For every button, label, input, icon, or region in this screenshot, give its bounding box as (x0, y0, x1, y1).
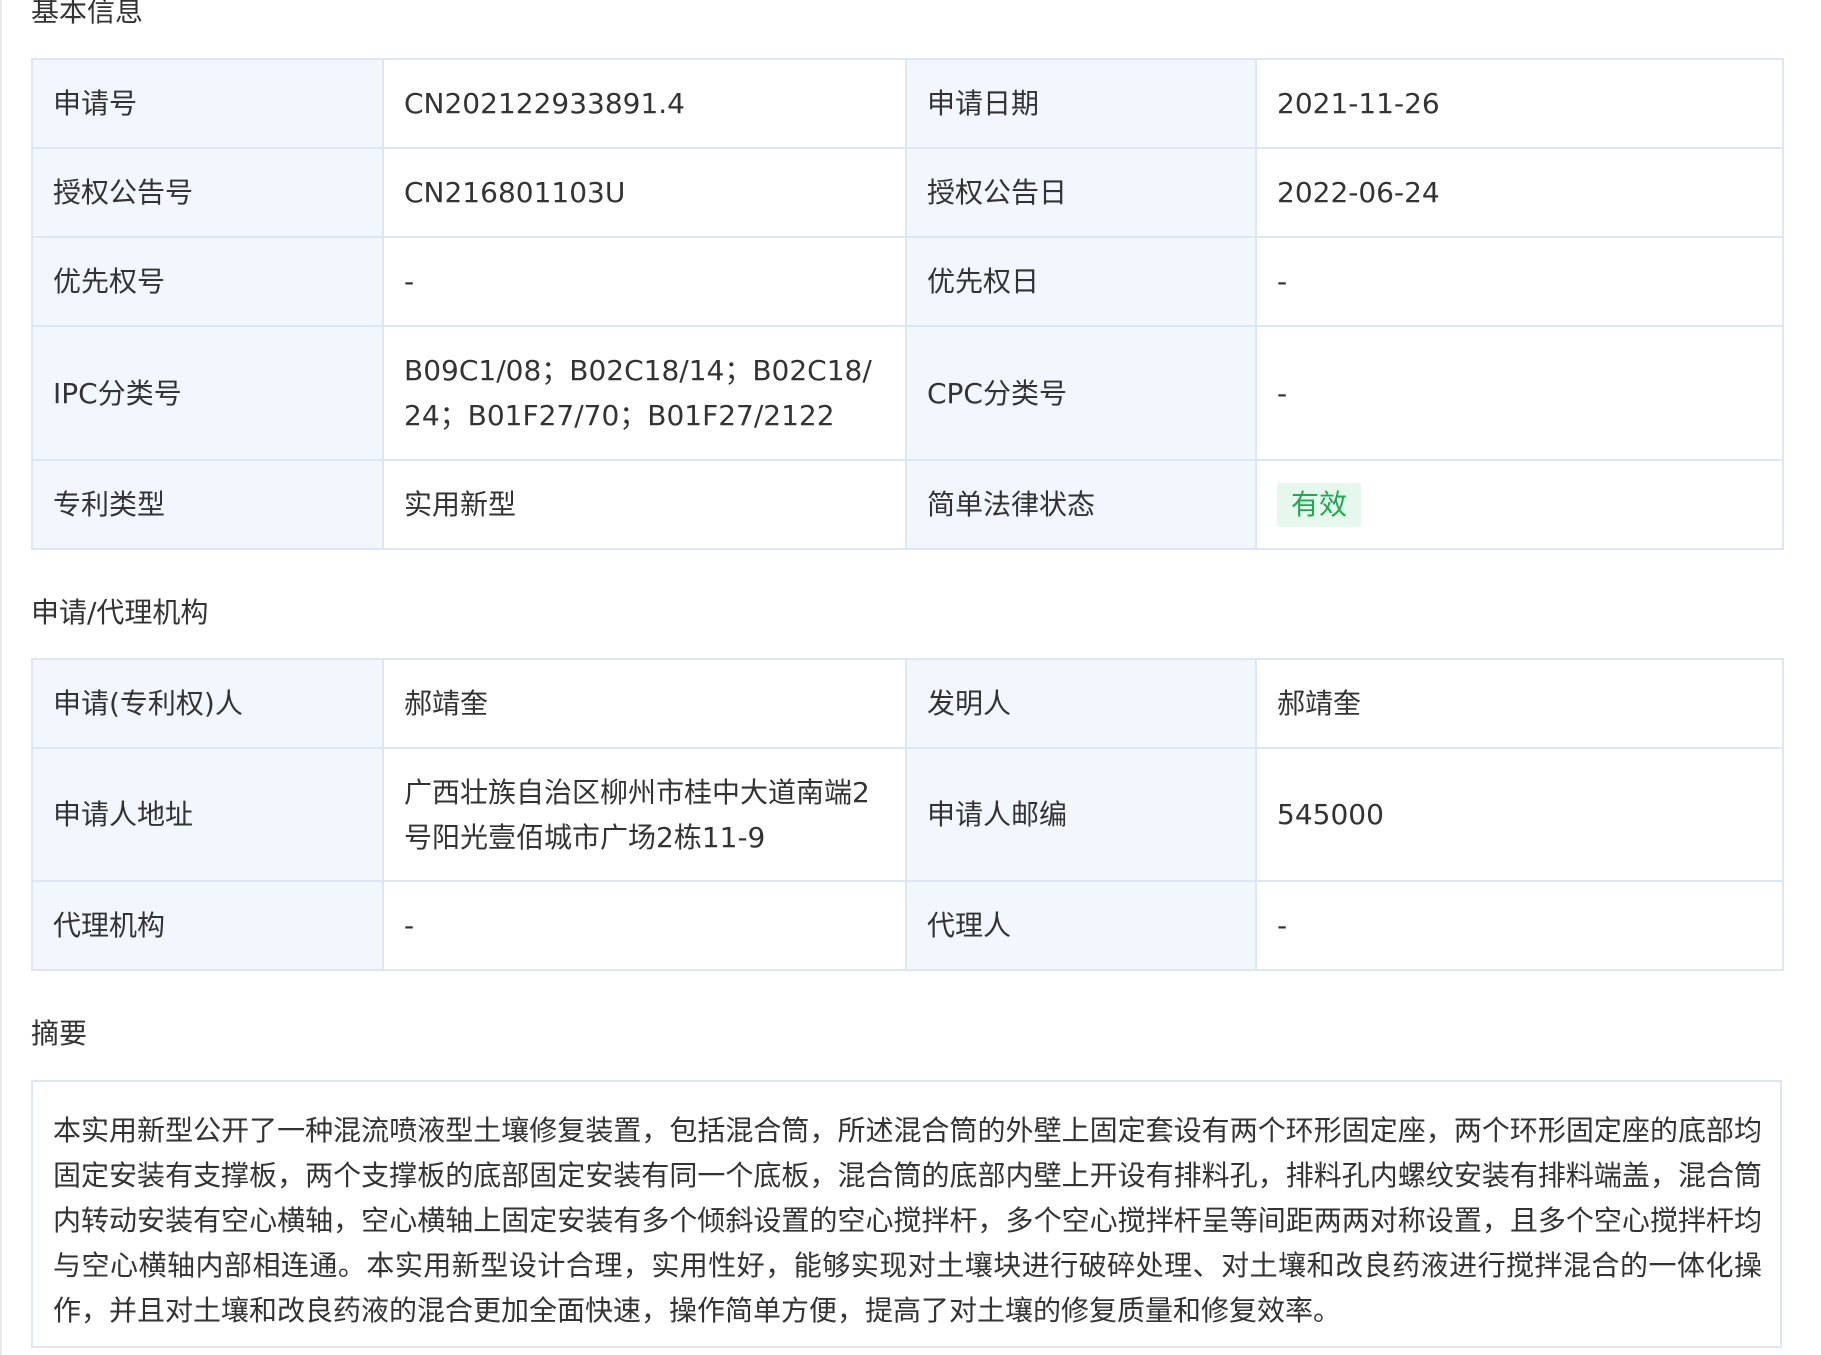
priority-date-label: 优先权日 (905, 236, 1257, 327)
grant-pub-no-label: 授权公告号 (31, 147, 384, 238)
inventor-label: 发明人 (905, 658, 1257, 749)
priority-date-value: - (1255, 236, 1784, 327)
table-row: 申请号 CN202122933891.4 申请日期 2021-11-26 (31, 58, 1784, 149)
application-no-value: CN202122933891.4 (382, 58, 907, 149)
patent-type-label: 专利类型 (31, 459, 384, 550)
ipc-label: IPC分类号 (31, 325, 384, 461)
grant-pub-date-label: 授权公告日 (905, 147, 1257, 238)
application-date-value: 2021-11-26 (1255, 58, 1784, 149)
section-title-abstract: 摘要 (31, 1017, 88, 1050)
priority-no-value: - (382, 236, 907, 327)
cpc-label: CPC分类号 (905, 325, 1257, 461)
address-label: 申请人地址 (31, 747, 384, 882)
table-row: 代理机构 - 代理人 - (31, 880, 1784, 971)
cpc-value: - (1255, 325, 1784, 461)
application-date-label: 申请日期 (905, 58, 1257, 149)
agent-value: - (1255, 880, 1784, 971)
patent-detail-page: 基本信息 申请号 CN202122933891.4 申请日期 2021-11-2… (0, 0, 1821, 1355)
table-row: IPC分类号 B09C1/08；B02C18/14；B02C18/24；B01F… (31, 325, 1784, 461)
postcode-value: 545000 (1255, 747, 1784, 882)
status-badge: 有效 (1277, 483, 1362, 527)
table-row: 申请(专利权)人 郝靖奎 发明人 郝靖奎 (31, 658, 1784, 749)
ipc-value: B09C1/08；B02C18/14；B02C18/24；B01F27/70；B… (382, 325, 907, 461)
agency-value: - (382, 880, 907, 971)
inventor-value: 郝靖奎 (1255, 658, 1784, 749)
patentee-label: 申请(专利权)人 (31, 658, 384, 749)
legal-status-label: 简单法律状态 (905, 459, 1257, 550)
table-row: 专利类型 实用新型 简单法律状态 有效 (31, 459, 1784, 550)
basic-info-table: 申请号 CN202122933891.4 申请日期 2021-11-26 授权公… (31, 58, 1784, 550)
application-no-label: 申请号 (31, 58, 384, 149)
patentee-value: 郝靖奎 (382, 658, 907, 749)
priority-no-label: 优先权号 (31, 236, 384, 327)
section-title-applicant-agency: 申请/代理机构 (31, 596, 209, 629)
left-edge-divider (0, 0, 2, 1355)
table-row: 申请人地址 广西壮族自治区柳州市桂中大道南端2号阳光壹佰城市广场2栋11-9 申… (31, 747, 1784, 882)
applicant-table: 申请(专利权)人 郝靖奎 发明人 郝靖奎 申请人地址 广西壮族自治区柳州市桂中大… (31, 658, 1784, 971)
patent-type-value: 实用新型 (382, 459, 907, 550)
section-title-basic-info: 基本信息 (31, 0, 144, 28)
grant-pub-no-value: CN216801103U (382, 147, 907, 238)
grant-pub-date-value: 2022-06-24 (1255, 147, 1784, 238)
address-value: 广西壮族自治区柳州市桂中大道南端2号阳光壹佰城市广场2栋11-9 (382, 747, 907, 882)
agency-label: 代理机构 (31, 880, 384, 971)
legal-status-cell: 有效 (1255, 459, 1784, 550)
postcode-label: 申请人邮编 (905, 747, 1257, 882)
table-row: 授权公告号 CN216801103U 授权公告日 2022-06-24 (31, 147, 1784, 238)
table-row: 优先权号 - 优先权日 - (31, 236, 1784, 327)
abstract-text: 本实用新型公开了一种混流喷液型土壤修复装置，包括混合筒，所述混合筒的外壁上固定套… (31, 1080, 1782, 1348)
agent-label: 代理人 (905, 880, 1257, 971)
